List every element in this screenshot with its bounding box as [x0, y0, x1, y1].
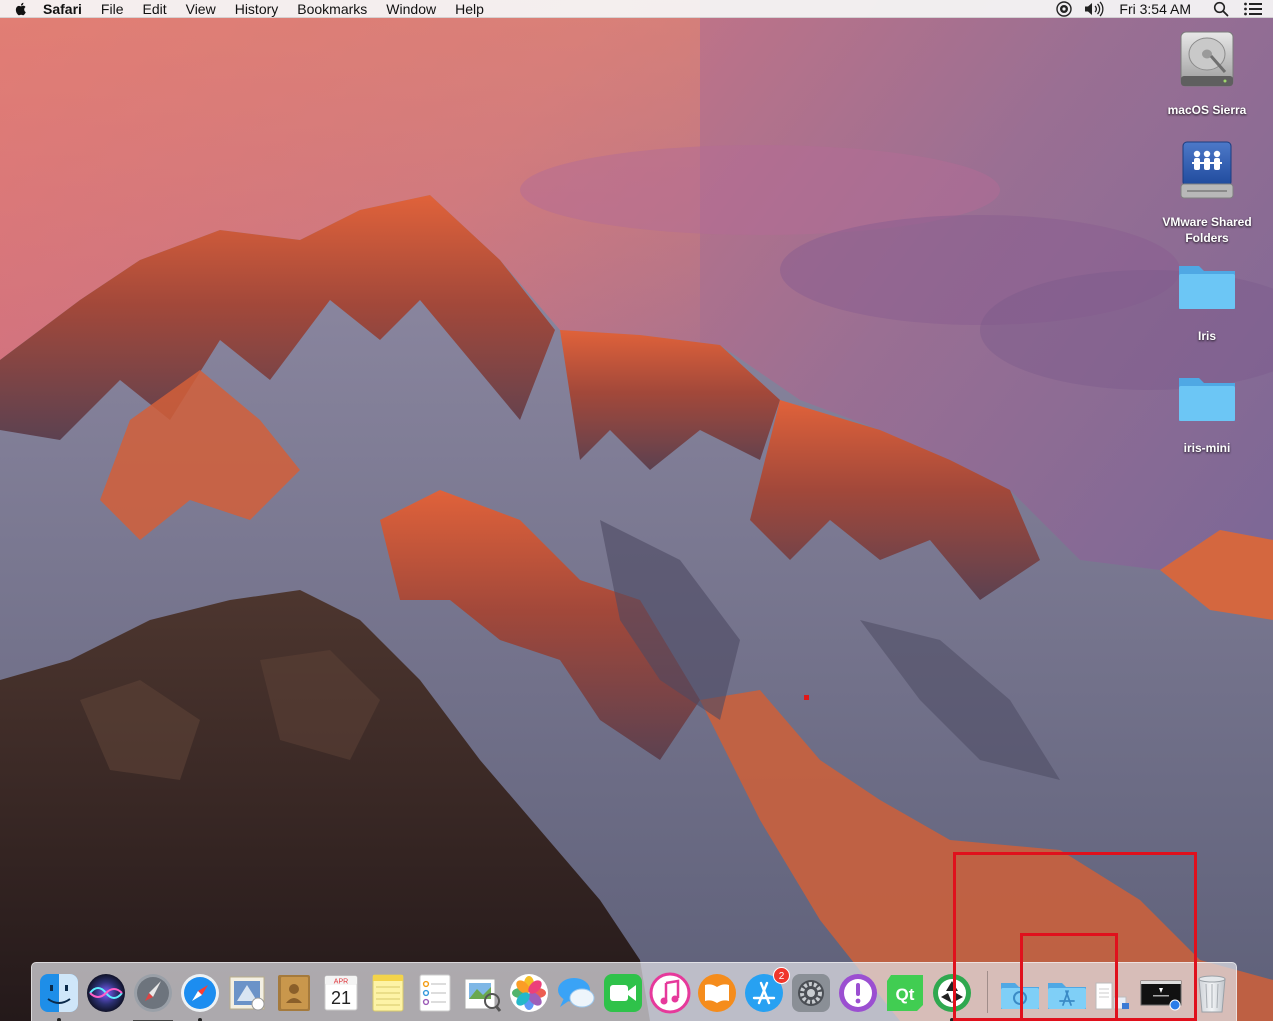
dock-itunes[interactable]: [648, 971, 692, 1015]
menu-app-name[interactable]: Safari: [43, 0, 82, 18]
folder-icon: [1179, 378, 1235, 421]
facetime-icon: [604, 974, 642, 1012]
dock-finder[interactable]: [37, 971, 81, 1021]
qt-label: Qt: [896, 985, 915, 1004]
dock-safari[interactable]: [178, 971, 222, 1021]
dock-calendar[interactable]: APR 21: [319, 971, 363, 1015]
calendar-day: 21: [331, 988, 351, 1008]
messages-icon: [558, 978, 595, 1008]
desktop-icon-iris[interactable]: Iris: [1152, 254, 1262, 344]
desktop-icon-macos-sierra[interactable]: macOS Sierra: [1152, 28, 1262, 118]
calendar-icon: APR 21: [324, 975, 358, 1011]
mail-icon: [229, 976, 265, 1011]
itunes-icon: [649, 972, 691, 1014]
menu-file[interactable]: File: [101, 0, 124, 18]
notification-center-icon[interactable]: [1243, 1, 1263, 17]
desktop-icon-label: VMware Shared Folders: [1162, 215, 1252, 245]
finder-icon: [40, 974, 78, 1012]
reminders-icon: [419, 974, 451, 1012]
feedback-assistant-icon: [839, 974, 877, 1012]
launchpad-icon: [134, 974, 172, 1012]
dock-app-store[interactable]: 2: [742, 967, 790, 1015]
desktop-icon-label: iris-mini: [1183, 441, 1231, 455]
dock-siri[interactable]: [84, 971, 128, 1015]
dock-photos[interactable]: [507, 971, 551, 1015]
dock-notes[interactable]: [366, 971, 410, 1015]
network-drive-icon: [1180, 141, 1234, 199]
hard-drive-icon: [1180, 31, 1234, 87]
folder-icon: [1179, 266, 1235, 309]
menu-help[interactable]: Help: [455, 0, 484, 18]
photos-icon: [510, 974, 548, 1012]
menu-view[interactable]: View: [186, 0, 216, 18]
menu-clock[interactable]: Fri 3:54 AM: [1119, 1, 1191, 17]
dock-qt-creator[interactable]: Qt: [883, 971, 927, 1015]
menu-edit[interactable]: Edit: [142, 0, 166, 18]
dock-contacts[interactable]: [272, 971, 316, 1015]
system-preferences-icon: [792, 974, 830, 1012]
calendar-month: APR: [334, 979, 348, 986]
desktop-icon-label: macOS Sierra: [1167, 103, 1247, 117]
desktop-icon-label: Iris: [1197, 329, 1216, 343]
contacts-icon: [278, 975, 310, 1011]
dock-ibooks[interactable]: [695, 971, 739, 1015]
notes-icon: [372, 974, 404, 1012]
ibooks-icon: [698, 974, 736, 1012]
dock-mail[interactable]: [225, 971, 269, 1015]
menu-bar: Safari File Edit View History Bookmarks …: [0, 0, 1273, 18]
menu-window[interactable]: Window: [386, 0, 436, 18]
screen-recording-icon[interactable]: [1055, 0, 1073, 18]
dock-feedback-assistant[interactable]: [836, 971, 880, 1015]
dock-messages[interactable]: [554, 971, 598, 1015]
preview-icon: [464, 978, 502, 1012]
volume-icon[interactable]: [1083, 1, 1105, 17]
safari-icon: [181, 974, 219, 1012]
siri-icon: [87, 974, 125, 1012]
annotation-box-inner: [1020, 933, 1118, 1021]
apple-menu-icon[interactable]: [13, 1, 29, 17]
desktop-icon-vmware-shared-folders[interactable]: VMware Shared Folders: [1152, 140, 1262, 246]
dock-preview[interactable]: [460, 971, 504, 1015]
app-store-badge: 2: [773, 967, 790, 984]
menu-history[interactable]: History: [235, 0, 279, 18]
qt-creator-icon: Qt: [887, 975, 923, 1011]
desktop-icon-iris-mini[interactable]: iris-mini: [1152, 366, 1262, 456]
spotlight-search-icon[interactable]: [1213, 1, 1229, 17]
dock-system-preferences[interactable]: [789, 971, 833, 1015]
dock-facetime[interactable]: [601, 971, 645, 1015]
dock-reminders[interactable]: [413, 971, 457, 1015]
menu-bookmarks[interactable]: Bookmarks: [297, 0, 367, 18]
dock-launchpad[interactable]: [131, 971, 175, 1021]
